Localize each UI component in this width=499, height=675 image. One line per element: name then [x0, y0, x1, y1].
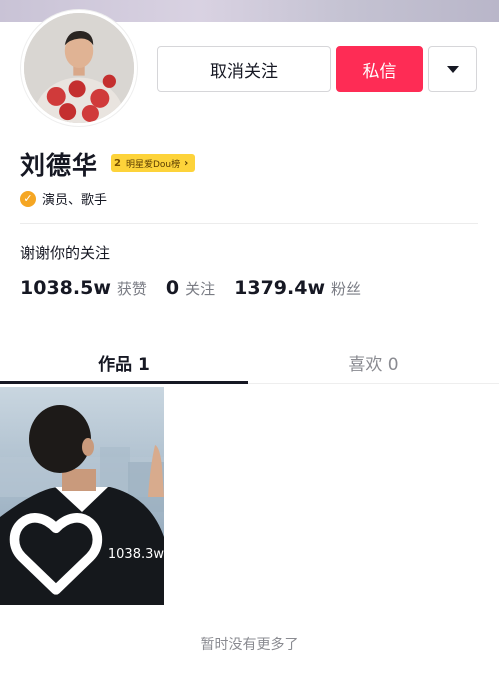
caret-down-icon: [446, 65, 459, 73]
active-tab-indicator: [0, 381, 248, 384]
more-options-button[interactable]: [428, 46, 477, 92]
divider: [20, 223, 478, 224]
stat-likes[interactable]: 1038.5w 获赞: [20, 277, 147, 299]
bio: 谢谢你的关注: [20, 244, 111, 262]
chevron-right-icon: ›: [184, 157, 189, 169]
stat-value: 1379.4w: [234, 277, 326, 299]
heart-icon: [9, 513, 103, 595]
profile-name: 刘德华: [20, 151, 99, 180]
no-more-text: 暂时没有更多了: [200, 637, 299, 653]
rank-label: 明星爱Dou榜: [125, 159, 181, 170]
video-thumbnail[interactable]: 1038.3w: [0, 387, 164, 605]
stats-row: 1038.5w 获赞 0 关注 1379.4w 粉丝: [20, 277, 380, 299]
avatar-image: [24, 13, 134, 123]
verified-info: ✓ 演员、歌手: [20, 189, 107, 208]
stat-label: 关注: [185, 280, 216, 298]
verified-label: 演员、歌手: [42, 193, 108, 208]
content-tabs: 作品 1 喜欢 0: [0, 340, 499, 384]
video-likes-value: 1038.3w: [107, 546, 164, 562]
stat-label: 粉丝: [331, 280, 362, 298]
stat-following[interactable]: 0 关注: [166, 277, 215, 299]
unfollow-button[interactable]: 取消关注: [157, 46, 331, 92]
tab-works[interactable]: 作品 1: [0, 340, 248, 384]
tab-likes[interactable]: 喜欢 0: [248, 340, 499, 384]
rank-badge[interactable]: 2 明星爱Dou榜 ›: [111, 154, 196, 172]
stat-value: 1038.5w: [20, 277, 111, 299]
stat-label: 获赞: [116, 280, 147, 298]
avatar[interactable]: [21, 10, 137, 126]
stat-value: 0: [165, 277, 180, 299]
stat-followers[interactable]: 1379.4w 粉丝: [234, 277, 361, 299]
video-like-count: 1038.3w: [8, 510, 164, 598]
verified-check-icon: ✓: [20, 190, 36, 207]
rank-number: 2: [114, 157, 121, 169]
message-button[interactable]: 私信: [336, 46, 423, 92]
